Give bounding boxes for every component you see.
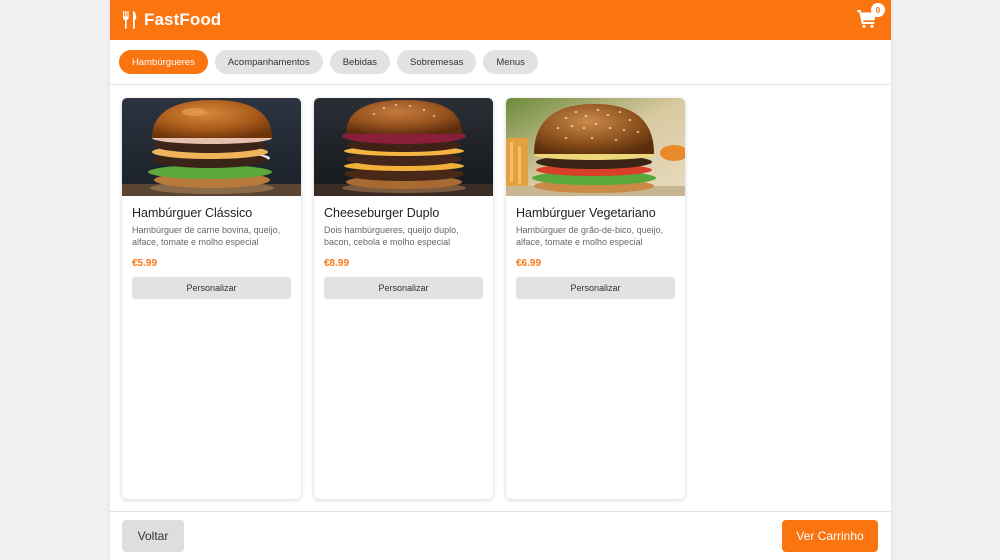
brand-name: FastFood <box>144 10 222 29</box>
product-price: €8.99 <box>324 258 350 269</box>
product-card: Hambúrguer Clássico Hambúrguer de carne … <box>122 98 301 499</box>
tab-bebidas[interactable]: Bebidas <box>329 50 391 74</box>
product-card: Hambúrguer Vegetariano Hambúrguer de grã… <box>506 98 685 499</box>
product-name: Cheeseburger Duplo <box>324 206 440 220</box>
product-card-body: Hambúrguer Clássico Hambúrguer de carne … <box>122 196 301 299</box>
customize-button[interactable]: Personalizar <box>324 277 483 299</box>
tab-sobremesas[interactable]: Sobremesas <box>397 50 477 74</box>
header-bar: FastFood 0 <box>110 0 891 40</box>
cart-button[interactable]: 0 <box>857 3 885 30</box>
category-tabs: Hambúrgueres Acompanhamentos Bebidas Sob… <box>110 40 891 85</box>
product-name: Hambúrguer Clássico <box>132 206 253 220</box>
product-card-body: Cheeseburger Duplo Dois hambúrgueres, qu… <box>314 196 493 299</box>
footer-bar: Voltar Ver Carrinho <box>110 511 891 560</box>
app-window: FastFood 0 Hambúrgueres Acompanhamentos … <box>110 0 891 560</box>
product-card-body: Hambúrguer Vegetariano Hambúrguer de grã… <box>506 196 685 299</box>
view-cart-button[interactable]: Ver Carrinho <box>782 520 878 552</box>
product-card: Cheeseburger Duplo Dois hambúrgueres, qu… <box>314 98 493 499</box>
tab-menus[interactable]: Menus <box>483 50 538 74</box>
brand[interactable]: FastFood <box>122 10 221 30</box>
product-description: Dois hambúrgueres, queijo duplo, bacon, … <box>324 225 459 247</box>
product-image-classic-burger <box>122 98 301 196</box>
fork-knife-icon <box>122 11 138 29</box>
product-name: Hambúrguer Vegetariano <box>516 206 656 220</box>
back-button[interactable]: Voltar <box>122 520 184 552</box>
customize-button[interactable]: Personalizar <box>132 277 291 299</box>
customize-button[interactable]: Personalizar <box>516 277 675 299</box>
tab-acompanhamentos[interactable]: Acompanhamentos <box>214 50 323 74</box>
product-price: €6.99 <box>516 258 542 269</box>
cart-count-badge: 0 <box>871 3 885 17</box>
product-price: €5.99 <box>132 258 158 269</box>
product-description: Hambúrguer de grão-de-bico, queijo, alfa… <box>516 225 664 247</box>
product-image-veggie-burger <box>506 98 685 196</box>
product-grid: Hambúrguer Clássico Hambúrguer de carne … <box>122 98 685 499</box>
tab-hamburgueres[interactable]: Hambúrgueres <box>119 50 208 74</box>
product-image-double-cheeseburger <box>314 98 493 196</box>
product-description: Hambúrguer de carne bovina, queijo, alfa… <box>132 225 281 247</box>
